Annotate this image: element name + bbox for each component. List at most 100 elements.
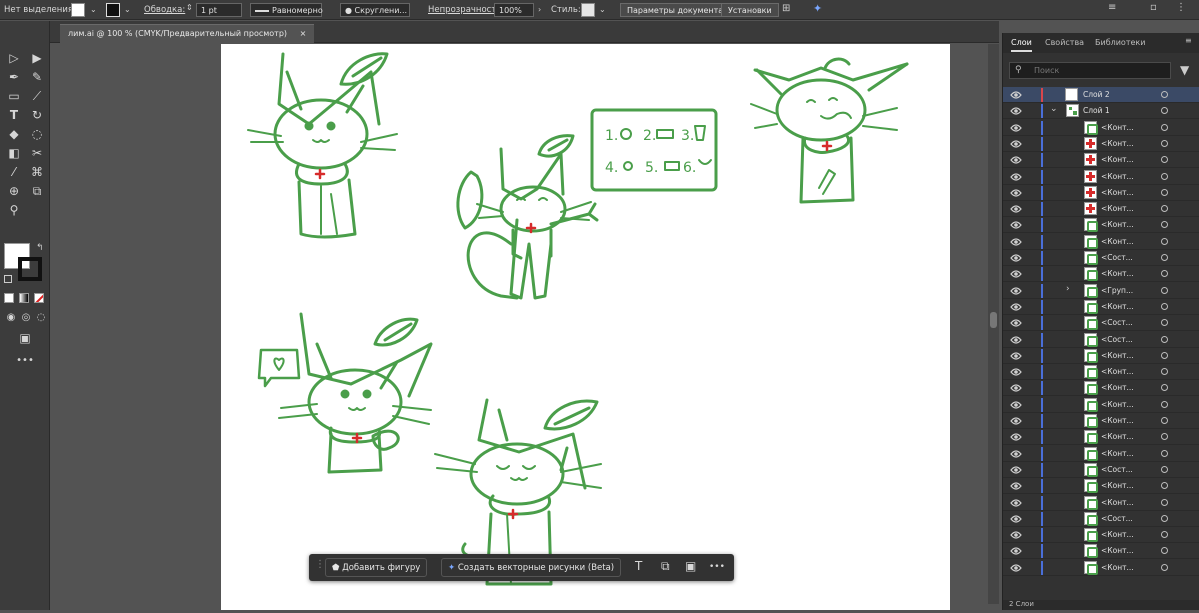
opacity-field[interactable]: 100%	[494, 3, 534, 17]
color-mode-icon[interactable]	[4, 293, 14, 303]
lasso-tool-icon[interactable]: ◌	[28, 125, 46, 143]
target-circle-icon[interactable]	[1161, 188, 1168, 196]
visibility-eye-icon[interactable]	[1010, 335, 1022, 345]
eraser-tool-icon[interactable]: ◆	[5, 125, 23, 143]
layer-row[interactable]: <Сост...	[1003, 462, 1199, 478]
visibility-eye-icon[interactable]	[1010, 498, 1022, 508]
target-circle-icon[interactable]	[1161, 368, 1168, 376]
add-shape-button[interactable]: ⬟ Добавить фигуру	[325, 558, 428, 577]
scrollbar-thumb[interactable]	[990, 312, 997, 328]
layer-row[interactable]: <Конт...	[1003, 136, 1199, 152]
target-circle-icon[interactable]	[1161, 302, 1168, 310]
layer-row[interactable]: <Конт...	[1003, 364, 1199, 381]
more-options-icon[interactable]: •••	[709, 562, 725, 572]
visibility-eye-icon[interactable]	[1010, 123, 1022, 133]
layer-row[interactable]: <Конт...	[1003, 152, 1199, 169]
panel-menu-icon[interactable]: ≡	[1185, 36, 1192, 45]
visibility-eye-icon[interactable]	[1010, 269, 1022, 279]
layer-row[interactable]: <Конт...	[1003, 527, 1199, 544]
document-setup-button[interactable]: Параметры документа	[620, 3, 731, 17]
target-circle-icon[interactable]	[1161, 417, 1168, 424]
filter-icon[interactable]: ▼	[1180, 63, 1189, 77]
layer-row[interactable]: <Конт...	[1003, 543, 1199, 560]
layer-row[interactable]: <Сост...	[1003, 250, 1199, 266]
target-circle-icon[interactable]	[1161, 433, 1168, 441]
chevron-down-icon[interactable]: ⌄	[1050, 104, 1058, 114]
chevron-down-icon[interactable]: ⌄	[599, 5, 606, 14]
chevron-right-icon[interactable]: ›	[538, 5, 541, 14]
layer-row[interactable]: <Конт...	[1003, 234, 1199, 250]
scissors-tool-icon[interactable]: ✂	[28, 144, 46, 162]
gradient-mode-icon[interactable]	[19, 293, 29, 303]
visibility-eye-icon[interactable]	[1010, 546, 1022, 556]
stroke-color-swatch[interactable]	[18, 257, 42, 281]
hamburger-menu-icon[interactable]: ≡	[1108, 2, 1116, 13]
cat-illustration-1[interactable]	[247, 52, 398, 239]
stepper-icon[interactable]: ⇕	[186, 3, 193, 12]
arrange-icon[interactable]: ⊞	[782, 3, 790, 14]
chevron-right-icon[interactable]: ›	[1066, 284, 1070, 294]
stroke-swatch[interactable]	[106, 3, 120, 17]
tab-layers[interactable]: Слои	[1011, 38, 1032, 52]
target-circle-icon[interactable]	[1161, 335, 1168, 343]
screen-mode-icon[interactable]: ▣	[16, 329, 34, 347]
visibility-eye-icon[interactable]	[1010, 367, 1022, 377]
cat-illustration-3[interactable]	[750, 57, 909, 204]
visibility-eye-icon[interactable]	[1010, 351, 1022, 361]
target-circle-icon[interactable]	[1161, 351, 1168, 359]
target-circle-icon[interactable]	[1161, 91, 1168, 98]
drag-handle-icon[interactable]: ⋮	[315, 559, 325, 570]
close-icon[interactable]: ×	[300, 29, 307, 38]
generative-icon[interactable]: ✦	[813, 2, 822, 15]
layer-row[interactable]: <Конт...	[1003, 560, 1199, 576]
target-circle-icon[interactable]	[1161, 156, 1168, 164]
target-circle-icon[interactable]	[1161, 205, 1168, 213]
visibility-eye-icon[interactable]	[1010, 432, 1022, 442]
layer-row[interactable]: ⌄ Слой 1	[1003, 103, 1199, 120]
stroke-label[interactable]: Обводка:	[144, 5, 185, 15]
target-circle-icon[interactable]	[1161, 400, 1168, 408]
artboard-icon[interactable]: ⧉	[661, 559, 670, 574]
layer-row[interactable]: <Конт...	[1003, 348, 1199, 364]
target-circle-icon[interactable]	[1161, 498, 1168, 506]
visibility-eye-icon[interactable]	[1010, 155, 1022, 165]
shape-builder-tool-icon[interactable]: ⊕	[5, 182, 23, 200]
visibility-eye-icon[interactable]	[1010, 237, 1022, 247]
target-circle-icon[interactable]	[1161, 286, 1168, 294]
target-circle-icon[interactable]	[1161, 465, 1168, 473]
target-circle-icon[interactable]	[1161, 482, 1168, 490]
layer-row[interactable]: <Конт...	[1003, 397, 1199, 413]
visibility-eye-icon[interactable]	[1010, 90, 1022, 100]
visibility-eye-icon[interactable]	[1010, 449, 1022, 459]
visibility-eye-icon[interactable]	[1010, 204, 1022, 214]
target-circle-icon[interactable]	[1161, 547, 1168, 555]
layer-row[interactable]: <Конт...	[1003, 185, 1199, 201]
visibility-eye-icon[interactable]	[1010, 383, 1022, 393]
cat-illustration-4[interactable]	[257, 312, 433, 474]
tab-libraries[interactable]: Библиотеки	[1095, 38, 1145, 47]
visibility-eye-icon[interactable]	[1010, 416, 1022, 426]
target-circle-icon[interactable]	[1161, 531, 1168, 539]
layer-row[interactable]: <Конт...	[1003, 217, 1199, 234]
blend-tool-icon[interactable]: ⌘	[28, 163, 46, 181]
target-circle-icon[interactable]	[1161, 221, 1168, 229]
layers-search-field[interactable]: ⚲ Поиск	[1009, 62, 1171, 79]
layer-row[interactable]: <Конт...	[1003, 478, 1199, 495]
visibility-eye-icon[interactable]	[1010, 220, 1022, 230]
stroke-weight-field[interactable]: 1 pt	[196, 3, 242, 17]
none-mode-icon[interactable]	[34, 293, 44, 303]
target-circle-icon[interactable]	[1161, 384, 1168, 392]
brush-tool-icon[interactable]: ⟋	[28, 87, 46, 105]
selection-tool-icon[interactable]: ▷	[5, 49, 23, 67]
tab-properties[interactable]: Свойства	[1045, 38, 1084, 47]
target-circle-icon[interactable]	[1161, 254, 1168, 261]
target-circle-icon[interactable]	[1161, 123, 1168, 131]
target-circle-icon[interactable]	[1161, 514, 1168, 522]
target-circle-icon[interactable]	[1161, 107, 1168, 115]
curvature-tool-icon[interactable]: ✎	[28, 68, 46, 86]
visibility-eye-icon[interactable]	[1010, 514, 1022, 524]
layer-row[interactable]: <Сост...	[1003, 332, 1199, 348]
layer-row[interactable]: <Сост...	[1003, 511, 1199, 527]
preferences-button[interactable]: Установки	[721, 3, 779, 17]
document-tab[interactable]: лим.ai @ 100 % (CMYK/Предварительный про…	[60, 24, 315, 43]
